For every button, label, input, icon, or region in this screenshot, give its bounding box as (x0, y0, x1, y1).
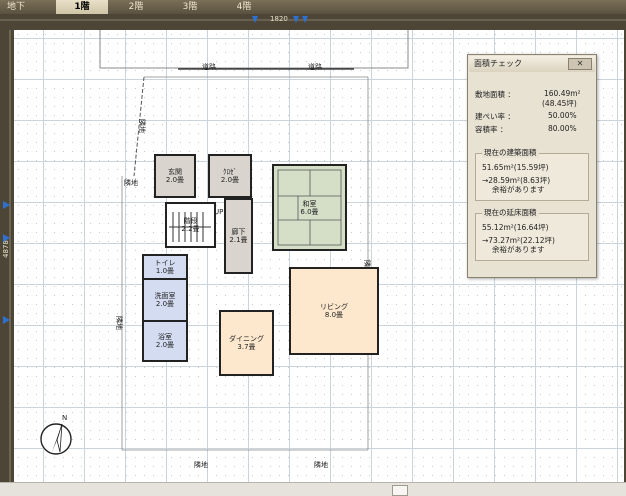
site-area-label: 敷地面積 ： (475, 90, 515, 99)
coverage-label: 建ぺい率 ： (475, 112, 515, 121)
ruler-marker-icon (293, 16, 299, 23)
room-size: 2.2畳 (181, 225, 200, 233)
top-ruler[interactable]: 1820 (0, 14, 626, 31)
room-name: 階段 (183, 217, 198, 225)
room-bath[interactable]: 浴室 2.0畳 (142, 320, 188, 362)
tab-floor-3[interactable]: 3階 (170, 0, 210, 14)
room-stairs[interactable]: 階段 2.2畳 (165, 202, 216, 248)
room-size: 8.0畳 (324, 311, 344, 319)
left-ruler[interactable]: 4878 (0, 30, 14, 482)
room-size: 2.0畳 (155, 300, 175, 308)
room-washitsu[interactable]: 和室 6.0畳 (272, 164, 347, 251)
room-name: ｸﾛｾﾞ (223, 168, 237, 176)
top-ruler-ticks (0, 16, 626, 23)
horizontal-scrollbar[interactable] (0, 482, 626, 496)
tab-floor-1[interactable]: 1階 (56, 0, 108, 14)
floor-area-title: 現在の延床面積 (482, 207, 539, 218)
room-name: ダイニング (229, 335, 264, 343)
far-value: 80.00% (548, 124, 577, 133)
ruler-marker-icon (3, 234, 10, 242)
compass-icon (40, 423, 72, 455)
room-entrance[interactable]: 玄関 2.0畳 (154, 154, 196, 198)
building-area-value: 51.65m²(15.59坪) (482, 163, 549, 172)
building-area-title: 現在の建築面積 (482, 147, 539, 158)
tab-floor-4[interactable]: 4階 (224, 0, 264, 14)
ruler-marker-icon (3, 316, 10, 324)
room-name: 廊下 (231, 228, 246, 236)
road-label: 道路 (202, 63, 216, 71)
room-size: 2.1畳 (229, 236, 248, 244)
room-name: トイレ (154, 259, 176, 267)
site-area-tsubo: (48.45坪) (542, 99, 577, 108)
ruler-marker-icon (302, 16, 308, 23)
room-washroom[interactable]: 洗面室 2.0畳 (142, 278, 188, 322)
ruler-marker-icon (3, 201, 10, 209)
room-living[interactable]: リビング 8.0畳 (289, 267, 379, 355)
ruler-marker-icon (252, 16, 258, 23)
tab-basement[interactable]: 地下 (4, 0, 28, 14)
tab-floor-2[interactable]: 2階 (116, 0, 156, 14)
boundary-label: 隣地 (138, 119, 146, 133)
room-size: 3.7畳 (237, 343, 256, 351)
boundary-label: 隣地 (115, 316, 123, 330)
floor-tab-bar: 地下 1階 2階 3階 4階 (0, 0, 626, 15)
room-name: 浴室 (158, 333, 172, 341)
room-name: 和室 (302, 199, 317, 208)
room-hall[interactable]: 廊下 2.1畳 (224, 198, 253, 274)
room-size: 2.0畳 (155, 341, 175, 349)
room-dining[interactable]: ダイニング 3.7畳 (219, 310, 274, 376)
close-button[interactable]: ✕ (568, 58, 592, 70)
floor-area-note: 余裕があります (492, 245, 545, 254)
stairs-up-label: UP (214, 208, 224, 216)
room-name: 玄関 (168, 168, 182, 176)
floor-area-value: 55.12m²(16.64坪) (482, 223, 549, 232)
room-name: リビング (320, 303, 348, 311)
boundary-label: 隣地 (314, 461, 328, 469)
building-area-note: 余裕があります (492, 185, 545, 194)
room-name: 洗面室 (154, 292, 176, 300)
room-toilet[interactable]: トイレ 1.0畳 (142, 254, 188, 280)
coverage-value: 50.00% (548, 111, 577, 120)
left-ruler-ticks (3, 30, 11, 482)
room-size: 2.0畳 (165, 176, 185, 184)
compass-north-label: N (62, 414, 68, 422)
room-size: 2.0畳 (220, 176, 240, 184)
room-size: 6.0畳 (300, 207, 319, 216)
compass: N (38, 414, 74, 456)
room-closet[interactable]: ｸﾛｾﾞ 2.0畳 (208, 154, 252, 198)
area-check-panel[interactable]: 面積チェック ✕ 敷地面積 ： 160.49m² (48.45坪) 建ぺい率 ：… (467, 54, 597, 278)
site-area-value: 160.49m² (544, 89, 581, 98)
boundary-label: 隣地 (194, 461, 208, 469)
road-label: 道路 (308, 63, 322, 71)
room-size: 1.0畳 (155, 267, 175, 275)
boundary-label: 隣地 (124, 179, 138, 187)
scrollbar-thumb[interactable] (392, 485, 408, 496)
far-label: 容積率 ： (475, 125, 508, 134)
